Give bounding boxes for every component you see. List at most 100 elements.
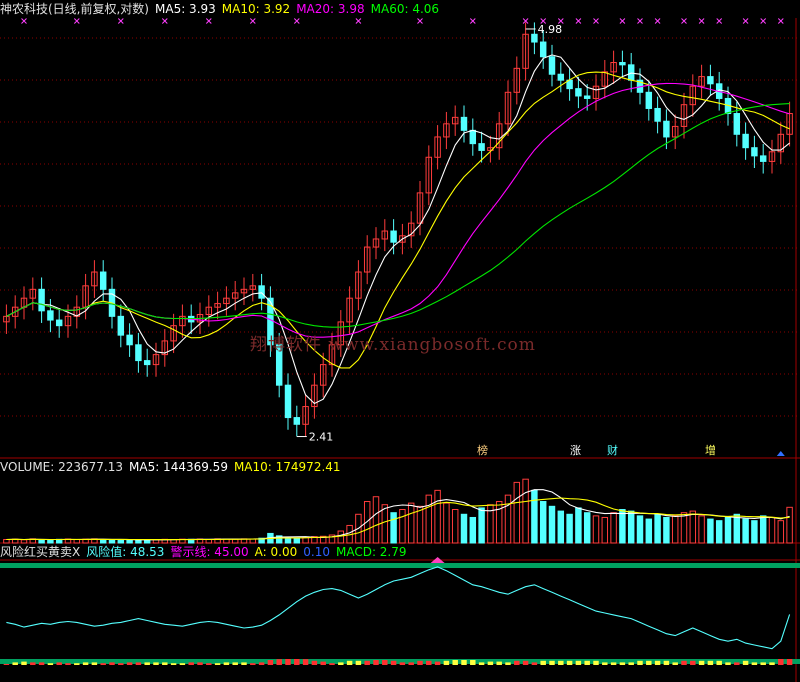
signal-marker (760, 18, 767, 24)
volume-bar-up (777, 520, 785, 544)
ma20-line (6, 82, 790, 338)
signal-bar (329, 663, 335, 665)
candle-down (583, 95, 591, 99)
volume-bar-down (293, 538, 301, 544)
signal-bar (734, 662, 740, 665)
candle-down (548, 56, 556, 75)
signal-bar (47, 663, 54, 665)
signal-bar (241, 662, 247, 665)
candle-down (645, 91, 653, 109)
ma60-label: MA60: 4.06 (370, 2, 440, 16)
signal-bar (698, 660, 705, 665)
volume-bar-up (20, 539, 28, 544)
ma20-label: MA20: 3.98 (296, 2, 365, 16)
candle-down (707, 76, 714, 85)
signal-bar (382, 660, 388, 665)
volume-bar-down (548, 505, 556, 544)
signal-bar (65, 663, 71, 665)
watermark: 翔博软件 www.xiangbosoft.com (250, 335, 536, 355)
signal-bar (373, 660, 379, 665)
signal-bar (637, 660, 643, 665)
signal-bar (197, 662, 203, 665)
event-label[interactable]: 榜 (475, 444, 490, 457)
candle-down (742, 133, 749, 149)
candle-down (759, 155, 767, 162)
signal-bar (30, 662, 36, 665)
candle-down (627, 64, 635, 81)
volume-bar-down (390, 512, 397, 544)
signal-bar (434, 661, 441, 665)
volume-bar-up (443, 502, 450, 544)
signal-bar (302, 659, 309, 665)
volume-header: VOLUME: 223677.13 MA5: 144369.59 MA10: 174… (0, 460, 347, 474)
signal-bar (135, 662, 142, 665)
candle-down (539, 41, 547, 58)
volume-bar-down (575, 507, 582, 544)
signal-bar (311, 660, 318, 665)
candle-down (751, 147, 758, 157)
signal-bar (223, 662, 230, 665)
volume-bar-up (381, 504, 389, 544)
volume-bar-up (3, 538, 10, 544)
candle-down (619, 62, 626, 66)
signal-bar (610, 662, 617, 665)
volume-bar-down (126, 539, 133, 544)
signal-marker (777, 18, 784, 24)
candle-down (293, 417, 301, 425)
volume-bar-up (768, 516, 776, 544)
signal-marker (654, 18, 661, 24)
signal-bar (3, 664, 10, 665)
event-label[interactable]: 财 (605, 444, 620, 457)
up-arrow-icon (776, 451, 785, 456)
signal-bar (602, 662, 608, 665)
volume-bar-down (751, 520, 758, 544)
signal-bar (390, 660, 397, 665)
candle-down (99, 271, 107, 290)
volume-bar-up (425, 494, 433, 544)
signal-bar (408, 662, 414, 665)
signal-bar (452, 660, 458, 665)
signal-bar (118, 663, 124, 665)
volume-bar-down (135, 539, 142, 544)
signal-bar (399, 662, 406, 665)
volume-bar-down (742, 518, 749, 544)
signal-bar (478, 662, 485, 665)
volume-bar-up (689, 510, 697, 544)
signal-bar (663, 660, 670, 665)
volume-bar-down (557, 510, 565, 544)
candle-down (126, 334, 133, 346)
ma5-label: MA5: 3.93 (155, 2, 216, 16)
event-label[interactable]: 涨 (568, 444, 583, 457)
volume-bar-up (592, 515, 600, 544)
event-label[interactable]: 增 (703, 444, 718, 457)
candlestick-series (3, 22, 793, 437)
signal-bar (558, 660, 564, 665)
signal-bar (742, 660, 749, 665)
volume-bar-up (680, 512, 688, 544)
signal-bar (461, 660, 467, 665)
signal-bar (566, 660, 573, 665)
volume-bar-down (627, 510, 635, 544)
signal-bar (258, 662, 265, 665)
candle-down (258, 285, 265, 299)
volume-bar-up (416, 505, 424, 544)
volume-bar-down (108, 539, 116, 544)
candle-down (557, 73, 565, 81)
candle-down (531, 33, 538, 43)
risk-value-label: 风险值: 48.53 (86, 545, 165, 559)
volume-bar-up (513, 481, 521, 544)
signal-bar (100, 663, 106, 665)
volume-bar-up (698, 515, 705, 544)
indicator-name: 风险红买黄卖X (0, 545, 81, 559)
signal-marker (575, 18, 582, 24)
volume-bar-up (399, 509, 406, 544)
signal-bar (769, 662, 775, 665)
volume-bar-down (117, 538, 125, 544)
candle-down (733, 113, 741, 135)
signal-marker (161, 18, 168, 24)
zero-value-label: 0.10 (303, 545, 330, 559)
signal-marker (21, 18, 27, 24)
volume-bar-down (539, 501, 547, 544)
signal-bar (417, 660, 423, 665)
candle-down (663, 120, 670, 138)
